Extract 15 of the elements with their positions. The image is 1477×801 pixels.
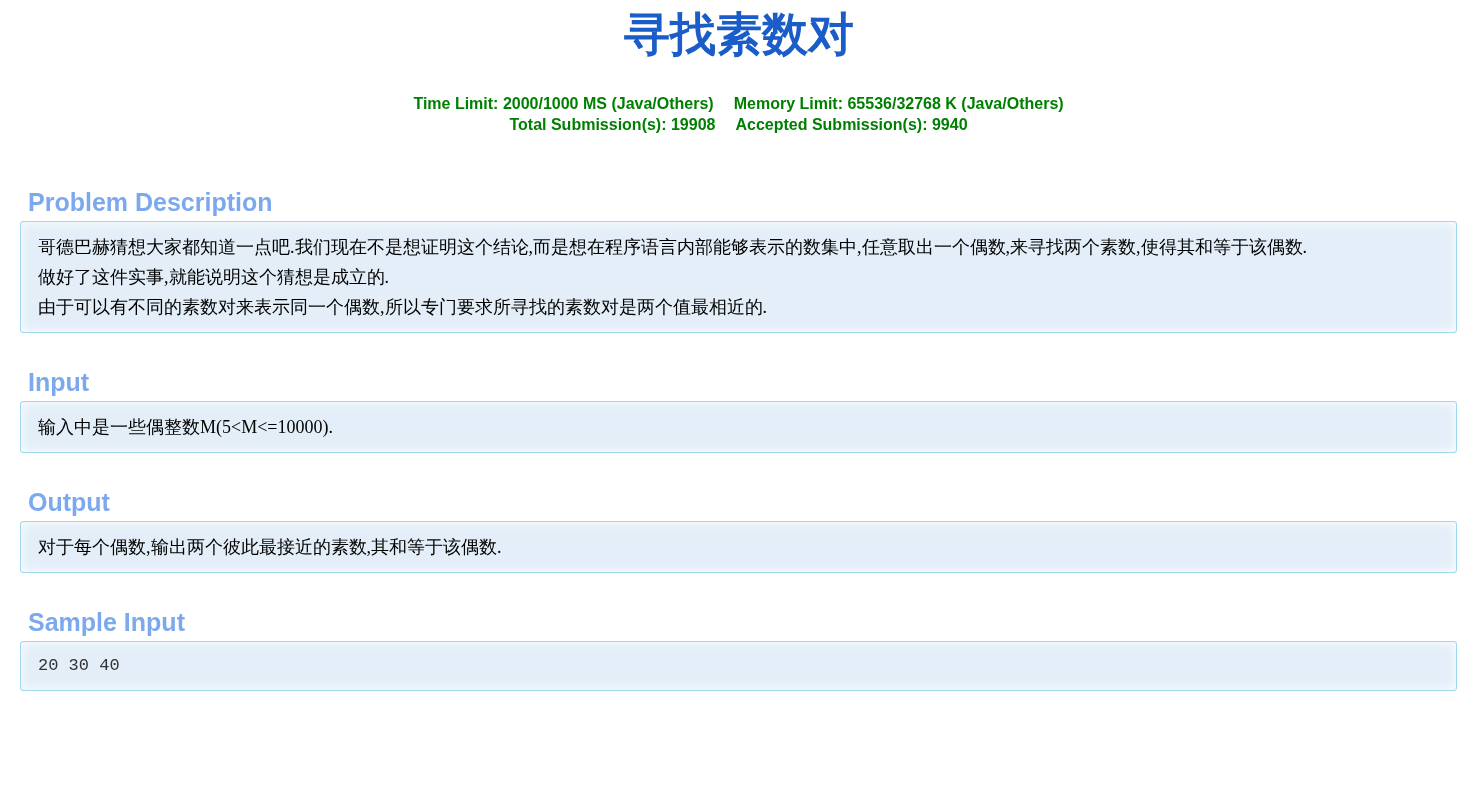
limit-info: Accepted Submission(s): 9940 [735, 115, 968, 135]
limit-info: Memory Limit: 65536/32768 K (Java/Others) [733, 94, 1064, 114]
section-text: 输入中是一些偶整数M(5<M<=10000). [38, 416, 334, 439]
limit-info: Time Limit: 2000/1000 MS (Java/Others) [413, 94, 714, 114]
limit-info: Total Submission(s): 19908 [509, 115, 716, 135]
sample-text: 20 30 40 [38, 655, 121, 677]
section-text: 由于可以有不同的素数对来表示同一个偶数,所以专门要求所寻找的素数对是两个值最相近的. [38, 296, 768, 319]
section-heading: Input [28, 367, 91, 397]
section-heading: Output [28, 487, 111, 517]
section-text: 做好了这件实事,就能说明这个猜想是成立的. [38, 266, 390, 289]
problem-title: 寻找素数对 [623, 6, 854, 62]
section-heading: Sample Input [28, 607, 186, 637]
section-heading: Problem Description [28, 187, 274, 217]
section-text: 哥德巴赫猜想大家都知道一点吧.我们现在不是想证明这个结论,而是想在程序语言内部能够表示的数集中,任意取出一个偶数,来寻找两个素数,使得其和等于该偶数. [38, 236, 1308, 259]
section-text: 对于每个偶数,输出两个彼此最接近的素数,其和等于该偶数. [38, 536, 503, 559]
